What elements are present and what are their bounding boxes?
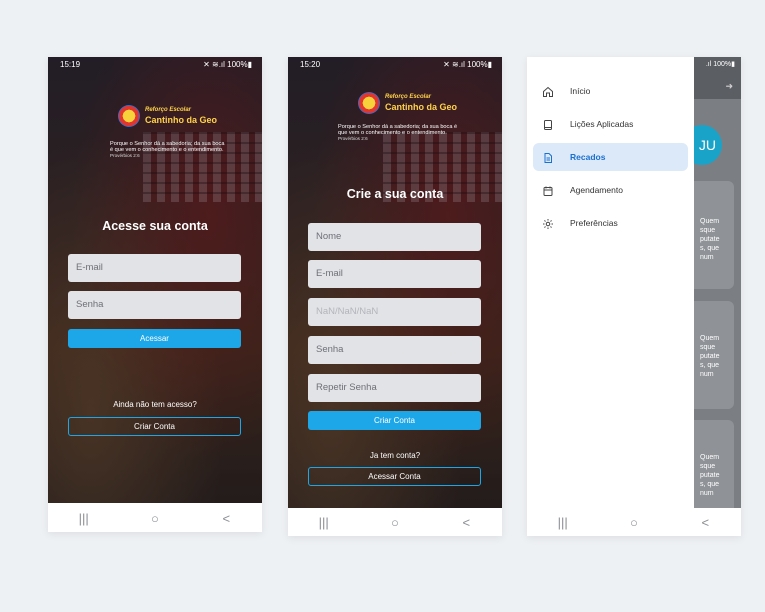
status-icons: ✕ ≋.ıl 100%▮ [443, 60, 492, 69]
app-logo: Reforço Escolar Cantinho da Geo [48, 105, 262, 133]
message-card[interactable]: Quem sque putate s, que num [694, 301, 734, 409]
logo-line2: Cantinho da Geo [145, 115, 217, 125]
no-account-text: Ainda não tem acesso? [113, 400, 197, 409]
create-account-button[interactable]: Criar Conta [68, 417, 241, 436]
logo-badge-icon [118, 105, 140, 127]
menu-item-licoes[interactable]: Lições Aplicadas [533, 110, 688, 138]
birthdate-field[interactable]: NaN/NaN/NaN [308, 298, 481, 326]
home-button[interactable]: ○ [135, 511, 175, 526]
status-icons: .ıl 100%▮ [705, 61, 735, 68]
verse-ref: Provérbios 2:6 [110, 153, 140, 158]
logo-line2: Cantinho da Geo [385, 102, 457, 112]
login-button[interactable]: Acessar [68, 329, 241, 348]
go-to-login-button[interactable]: Acessar Conta [308, 467, 481, 486]
app-header: .ıl 100%▮ ➜ [694, 57, 741, 99]
menu-item-recados[interactable]: Recados [533, 143, 688, 171]
password-field[interactable]: Senha [68, 291, 241, 319]
back-button[interactable]: < [685, 515, 725, 530]
card-text: Quem sque putate s, que num [700, 335, 720, 378]
register-screen: 15:20 ✕ ≋.ıl 100%▮ Reforço Escolar Canti… [288, 57, 502, 508]
card-text: Quem sque putate s, que num [700, 218, 720, 261]
recent-apps-button[interactable]: ||| [304, 515, 344, 530]
menu-item-agendamento[interactable]: Agendamento [533, 176, 688, 204]
page-title: Acesse sua conta [102, 219, 208, 233]
logo-line1: Reforço Escolar [145, 107, 192, 113]
app-logo: Reforço Escolar Cantinho da Geo [288, 92, 502, 120]
login-screen: 15:19 ✕ ≋.ıl 100%▮ Reforço Escolar Canti… [48, 57, 262, 503]
login-phone: 15:19 ✕ ≋.ıl 100%▮ Reforço Escolar Canti… [48, 57, 262, 532]
create-account-button[interactable]: Criar Conta [308, 411, 481, 430]
menu-item-label: Lições Aplicadas [570, 119, 634, 129]
status-time: 15:19 [60, 60, 81, 69]
avatar[interactable]: JU [694, 125, 722, 165]
bible-verse: Porque o Senhor dá a sabedoria; da sua b… [338, 124, 458, 142]
home-button[interactable]: ○ [614, 515, 654, 530]
navigation-drawer: Início Lições Aplicadas Recados Agendame… [527, 57, 694, 508]
status-bar: 15:19 ✕ ≋.ıl 100%▮ [48, 57, 262, 71]
home-button[interactable]: ○ [375, 515, 415, 530]
calendar-icon [533, 183, 563, 197]
back-button[interactable]: < [206, 511, 246, 526]
verse-text: Porque o Senhor dá a sabedoria; da sua b… [110, 141, 225, 153]
menu-item-label: Início [570, 86, 591, 96]
menu-item-label: Recados [570, 152, 606, 162]
verse-ref: Provérbios 2:6 [338, 136, 368, 141]
logout-icon[interactable]: ➜ [725, 81, 733, 92]
menu-item-inicio[interactable]: Início [533, 77, 688, 105]
register-phone: 15:20 ✕ ≋.ıl 100%▮ Reforço Escolar Canti… [288, 57, 502, 536]
menu-item-label: Agendamento [570, 185, 623, 195]
system-navbar: ||| ○ < [48, 504, 262, 532]
verse-text: Porque o Senhor dá a sabedoria; da sua b… [338, 124, 458, 136]
back-button[interactable]: < [446, 515, 486, 530]
menu-item-preferencias[interactable]: Preferências [533, 209, 688, 237]
book-icon [533, 117, 563, 131]
card-text: Quem sque putate s, que num [700, 454, 720, 497]
system-navbar: ||| ○ < [288, 508, 502, 536]
gear-icon [533, 216, 563, 230]
logo-badge-icon [358, 92, 380, 114]
system-navbar: ||| ○ < [527, 508, 741, 536]
message-card[interactable]: Quem sque putate s, que num [694, 181, 734, 289]
logo-line1: Reforço Escolar [385, 94, 432, 100]
background-app: .ıl 100%▮ ➜ JU Quem sque putate s, que n… [694, 57, 741, 508]
recent-apps-button[interactable]: ||| [543, 515, 583, 530]
status-icons: ✕ ≋.ıl 100%▮ [203, 60, 252, 69]
document-icon [533, 150, 563, 164]
bible-verse: Porque o Senhor dá a sabedoria; da sua b… [110, 141, 228, 159]
password-field[interactable]: Senha [308, 336, 481, 364]
status-bar: 15:20 ✕ ≋.ıl 100%▮ [288, 57, 502, 71]
page-title: Crie a sua conta [346, 187, 444, 201]
email-field[interactable]: E-mail [308, 260, 481, 288]
status-time: 15:20 [300, 60, 321, 69]
repeat-password-field[interactable]: Repetir Senha [308, 374, 481, 402]
email-field[interactable]: E-mail [68, 254, 241, 282]
recent-apps-button[interactable]: ||| [64, 511, 104, 526]
name-field[interactable]: Nome [308, 223, 481, 251]
menu-item-label: Preferências [570, 218, 618, 228]
message-card[interactable]: Quem sque putate s, que num [694, 420, 734, 508]
have-account-text: Ja tem conta? [369, 451, 421, 460]
home-icon [533, 84, 563, 98]
drawer-phone: .ıl 100%▮ ➜ JU Quem sque putate s, que n… [527, 57, 741, 536]
